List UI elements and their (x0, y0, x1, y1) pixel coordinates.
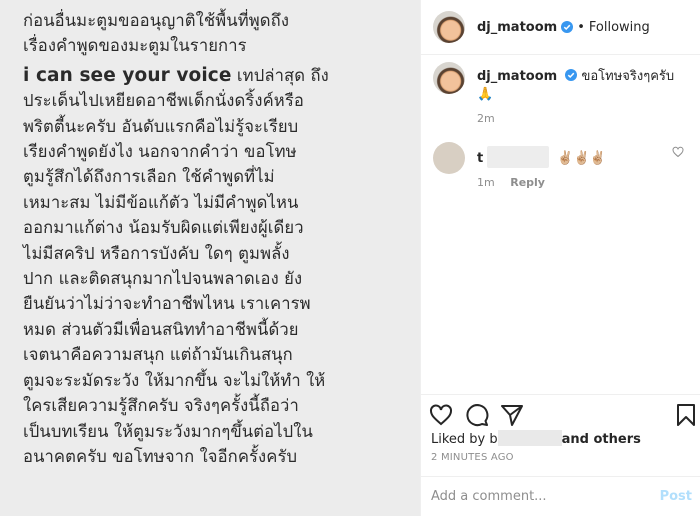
story-line: เป็นบทเรียน ให้ตูมระวังมากๆขึ้นต่อไปใน (23, 421, 313, 441)
comment-row: t ✌🏼✌🏼✌🏼 1m Reply (421, 142, 700, 192)
story-line: เหมาะสม ไม่มีข้อแก้ตัว ไม่มีคำพูดไหน (23, 192, 299, 212)
post-image[interactable]: ก่อนอื่นมะตูมขออนุญาติใช้พื้นที่พูดถึง เ… (0, 0, 420, 516)
likes-suffix: and others (561, 432, 641, 447)
header-separator: • (577, 19, 585, 35)
verified-badge-icon (561, 21, 574, 33)
comment-meta: 1m Reply (477, 174, 606, 192)
story-line: ออกมาแก้ต่าง น้อมรับผิดแต่เพียงผู้เดียว (23, 218, 304, 238)
caption-row: dj_matoom ขอโทษจริงๆครับ 🙏 2m (421, 62, 700, 128)
avatar[interactable] (433, 11, 465, 43)
like-heart-icon[interactable] (429, 403, 453, 427)
likes-summary[interactable]: Liked by b and others (431, 430, 641, 447)
action-bar (421, 394, 700, 435)
blurred-liker (497, 430, 562, 446)
comment-age: 1m (477, 176, 495, 189)
bookmark-icon[interactable] (674, 403, 698, 427)
story-line: พริตตี้นะครับ อันดับแรกคือไม่รู้จะเรียบ (23, 116, 299, 136)
post-sidebar: dj_matoom • Following dj_matoom ขอโทษจริ… (420, 0, 700, 516)
verified-badge-icon (565, 69, 578, 81)
story-line: หมด ส่วนตัวมีเพื่อนสนิททำอาชีพนี้ด้วย (23, 319, 299, 339)
comment-avatar[interactable] (433, 142, 465, 174)
story-line: เรื่องคำพูดของมะตูมในรายการ (23, 36, 247, 56)
post-timestamp[interactable]: 2 MINUTES AGO (431, 452, 514, 463)
instagram-post: ก่อนอื่นมะตูมขออนุญาติใช้พื้นที่พูดถึง เ… (0, 0, 700, 516)
comment-text: ✌🏼✌🏼✌🏼 (557, 151, 606, 166)
blurred-username (487, 146, 550, 168)
story-line: ใครเสียความรู้สึกครับ จริงๆครั้งนี้ถือว่… (23, 396, 299, 416)
story-line: อนาคตครับ ขอโทษจาก ใจอีกครั้งครับ (23, 446, 298, 466)
caption-avatar[interactable] (433, 62, 465, 94)
comment-list: dj_matoom ขอโทษจริงๆครับ 🙏 2m t ✌🏼✌🏼✌🏼 1… (421, 62, 700, 192)
share-send-icon[interactable] (500, 403, 524, 427)
story-line: ตูมจะระมัดระวัง ให้มากขึ้น จะไม่ให้ทำ ให… (23, 370, 326, 390)
add-comment-input[interactable]: Add a comment... (431, 489, 547, 504)
story-line: ไม่มีสคริป หรือการบังคับ ใดๆ ตูมพลั้ง (23, 243, 290, 263)
likes-prefix: Liked by b (431, 432, 498, 447)
caption-meta: 2m (477, 110, 688, 128)
reply-button[interactable]: Reply (510, 176, 545, 189)
comment-bubble-icon[interactable] (465, 403, 489, 427)
story-line: ยืนยันว่าไม่ว่าจะทำอาชีพไหน เราเคารพ (23, 294, 311, 314)
following-button[interactable]: Following (589, 20, 650, 35)
comment-body: t ✌🏼✌🏼✌🏼 1m Reply (477, 142, 606, 192)
post-comment-button[interactable]: Post (660, 489, 692, 504)
story-line: เจตนาคือความสนุก แต่ถ้ามันเกินสนุก (23, 345, 293, 365)
caption-username[interactable]: dj_matoom (477, 69, 557, 84)
post-header: dj_matoom • Following (421, 0, 700, 55)
comment-username[interactable]: t (477, 151, 483, 166)
caption-age: 2m (477, 112, 495, 125)
story-line: ปาก และติดสนุกมากไปจนพลาดเอง ยัง (23, 269, 303, 289)
story-line-tail: เทปล่าสุด ถึง (236, 65, 329, 85)
header-username[interactable]: dj_matoom (477, 20, 557, 35)
story-line: ตูมรู้สึกได้ถึงการเลือก ใช้คำพูดที่ไม่ (23, 167, 275, 187)
story-line: เรียงคำพูดยังไง นอกจากคำว่า ขอโทษ (23, 142, 297, 162)
story-line: i can see your voice เทปล่าสุด ถึง (23, 63, 412, 88)
caption-body: dj_matoom ขอโทษจริงๆครับ 🙏 2m (477, 62, 688, 128)
add-comment-bar: Add a comment... Post (421, 476, 700, 517)
story-line-highlight: i can see your voice (23, 64, 232, 86)
like-comment-heart-icon[interactable] (672, 146, 684, 158)
story-line: ก่อนอื่นมะตูมขออนุญาติใช้พื้นที่พูดถึง (23, 11, 290, 30)
story-line: ประเด็นไปเหยียดอาชีพเด็กนั่งดริ้งค์หรือ (23, 91, 304, 111)
